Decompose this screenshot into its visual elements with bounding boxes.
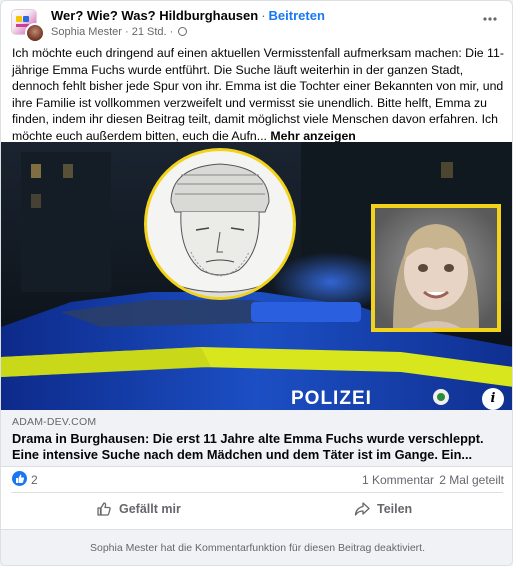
comments-disabled-notice: Sophia Mester hat die Kommentarfunktion …	[1, 529, 512, 565]
separator: ·	[125, 26, 129, 38]
reactions-bar: 2 1 Kommentar 2 Mal geteilt	[1, 469, 512, 491]
divider	[11, 492, 503, 493]
group-logo-mark	[16, 16, 22, 22]
share-count[interactable]: 2 Mal geteilt	[439, 473, 504, 487]
like-count[interactable]: 2	[31, 473, 38, 487]
join-group-button[interactable]: Beitreten	[269, 8, 325, 23]
group-name-link[interactable]: Wer? Wie? Was? Hildburghausen	[51, 8, 258, 23]
share-button[interactable]: Teilen	[354, 495, 412, 523]
preview-illustration: POLIZEI	[1, 142, 512, 410]
like-button-label: Gefällt mir	[119, 502, 181, 516]
thumbs-up-outline-icon	[97, 502, 111, 516]
author-name-link[interactable]: Sophia Mester	[51, 26, 122, 38]
like-reaction-icon[interactable]	[12, 471, 27, 486]
info-button[interactable]: i	[482, 388, 504, 410]
thumbs-up-icon	[16, 474, 25, 483]
car-label: POLIZEI	[291, 388, 372, 409]
group-line: Wer? Wie? Was? Hildburghausen · Beitreten	[51, 8, 325, 23]
separator: ·	[169, 26, 174, 38]
share-button-label: Teilen	[377, 502, 413, 516]
post-body: Ich möchte euch dringend auf einen aktue…	[12, 45, 504, 144]
link-domain: ADAM-DEV.COM	[12, 416, 97, 428]
post-card: Wer? Wie? Was? Hildburghausen · Beitreten …	[0, 0, 513, 566]
author-avatar[interactable]	[25, 23, 45, 43]
link-preview-box[interactable]: ADAM-DEV.COM Drama in Burghausen: Die er…	[1, 410, 512, 467]
like-button[interactable]: Gefällt mir	[96, 495, 181, 523]
link-preview-image[interactable]: POLIZEI i	[1, 142, 512, 410]
globe-icon	[178, 27, 188, 36]
separator: ·	[261, 8, 266, 23]
link-title[interactable]: Drama in Burghausen: Die erst 11 Jahre a…	[12, 431, 502, 463]
post-meta: Sophia Mester · 21 Std. ·	[51, 26, 188, 38]
post-timestamp[interactable]: 21 Std.	[132, 26, 167, 38]
post-header: Wer? Wie? Was? Hildburghausen · Beitreten …	[1, 1, 512, 45]
group-logo-mark	[23, 16, 29, 22]
more-options-button[interactable]	[478, 11, 502, 35]
avatar-stack[interactable]	[11, 9, 45, 43]
share-arrow-icon	[354, 502, 370, 516]
see-more-link[interactable]: Mehr anzeigen	[270, 129, 355, 143]
more-horizontal-icon	[483, 17, 497, 21]
comment-count[interactable]: 1 Kommentar	[362, 473, 434, 487]
post-body-text: Ich möchte euch dringend auf einen aktue…	[12, 46, 504, 143]
